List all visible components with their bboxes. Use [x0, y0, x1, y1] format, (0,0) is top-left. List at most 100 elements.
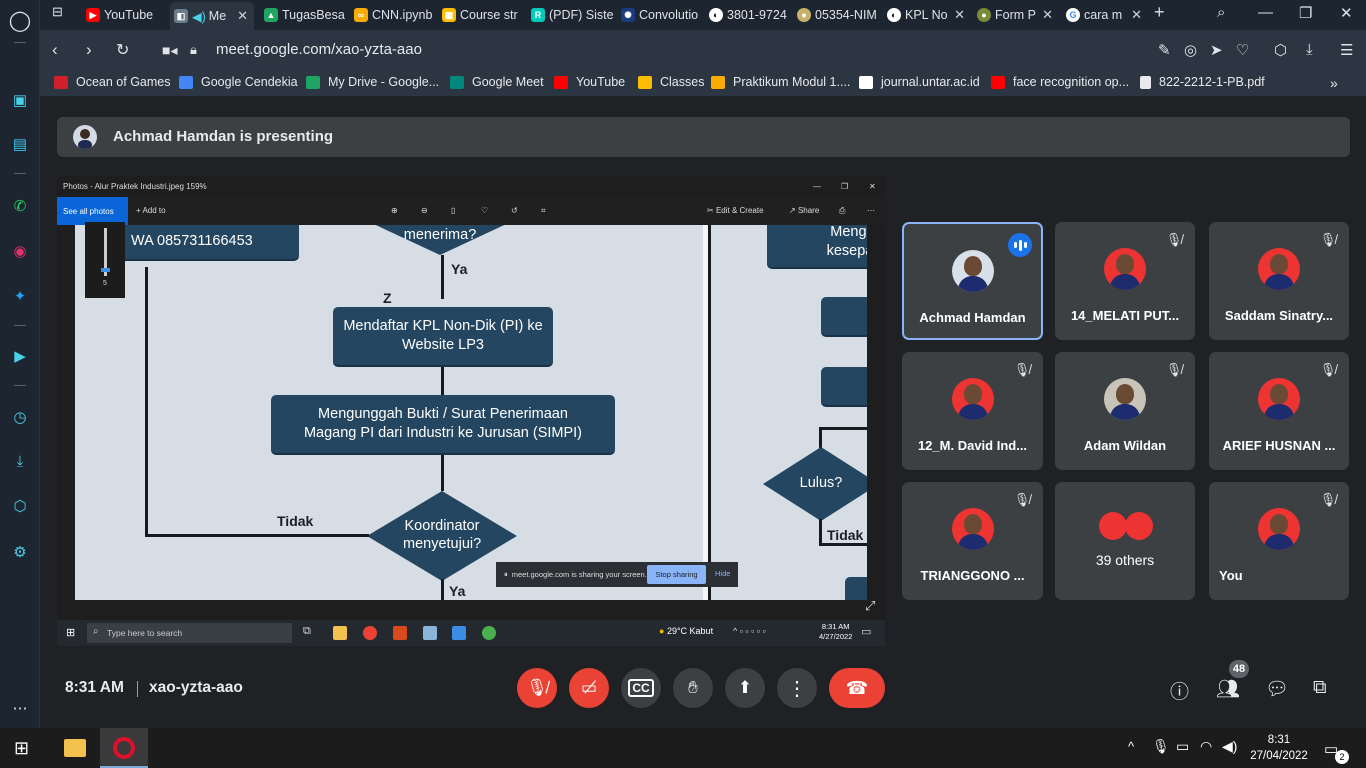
tab[interactable]: ▲ TugasBesa — [260, 3, 348, 27]
bookmark[interactable]: Google Cendekia — [179, 75, 298, 89]
share-label: Share — [797, 206, 820, 215]
bookmark-label: YouTube — [576, 75, 626, 89]
site-icon: ✺ — [621, 8, 635, 22]
tab[interactable]: ✺ Convolutio — [617, 3, 705, 27]
more-options-button[interactable]: ⋮ — [777, 668, 817, 708]
shared-screen: Photos - Alur Praktek Industri.jpeg 159%… — [57, 176, 885, 646]
chat-icon[interactable]: 💬︎ — [1265, 677, 1289, 701]
forward-icon[interactable]: › — [86, 40, 92, 60]
search-icon[interactable]: ⌕ — [1217, 4, 1225, 21]
camera-toggle-button[interactable]: ▭̸ — [569, 668, 609, 708]
flow-line — [819, 427, 867, 430]
close-icon[interactable]: ✕ — [1131, 7, 1142, 23]
taskbar-opera-button[interactable] — [100, 728, 148, 768]
opera-icon — [113, 737, 135, 759]
heart-icon[interactable]: ♡ — [1236, 41, 1249, 59]
tab-menu-icon[interactable]: ⊟ — [52, 4, 63, 20]
search-icon: ⌕ — [93, 626, 99, 637]
participant-tile[interactable]: 🎙︎̸ TRIANGGONO ... — [902, 482, 1043, 600]
flowchart-text: Mengl kesepa — [826, 225, 867, 259]
windows-start-icon[interactable]: ⊞ — [14, 738, 29, 759]
instagram-icon[interactable]: ◉ — [8, 239, 32, 263]
participant-tile[interactable]: 🎙︎̸ 12_M. David Ind... — [902, 352, 1043, 470]
bookmark[interactable]: Ocean of Games — [54, 75, 171, 89]
bookmark[interactable]: Google Meet — [450, 75, 544, 89]
bookmark[interactable]: Praktikum Modul 1.... — [711, 75, 850, 89]
tab[interactable]: ● 05354-NIM — [793, 3, 881, 27]
edit-icon[interactable]: ✎ — [1158, 41, 1171, 59]
participant-name: Achmad Hamdan — [919, 310, 1026, 325]
tab-active[interactable]: ◧ ◀) Me ✕ — [170, 2, 254, 30]
close-icon[interactable]: ✕ — [237, 8, 248, 24]
back-icon[interactable]: ‹ — [52, 40, 58, 60]
bookmark-label: face recognition op... — [1013, 75, 1130, 89]
notification-icon: ▭ — [861, 626, 872, 638]
download-icon[interactable]: ⤓ — [1306, 41, 1313, 58]
present-button[interactable]: ⬆ — [725, 668, 765, 708]
bookmark[interactable]: Classes — [638, 75, 704, 89]
more-bookmarks-icon[interactable]: » — [1330, 75, 1338, 91]
participant-tile[interactable]: 🎙︎̸ Adam Wildan — [1055, 352, 1195, 470]
cube-icon[interactable]: ⬡ — [1274, 41, 1287, 59]
whatsapp-icon[interactable]: ✆ — [8, 194, 32, 218]
minimize-icon[interactable]: — — [1258, 4, 1273, 21]
tab[interactable]: ◐ 3801-9724 — [705, 3, 793, 27]
self-tile[interactable]: 🎙︎̸ You — [1209, 482, 1349, 600]
tab[interactable]: ◐ KPL No ✕ — [883, 3, 971, 27]
mic-toggle-button[interactable]: 🎙︎̸ — [517, 668, 557, 708]
activities-icon[interactable]: ⧉ — [1313, 677, 1327, 699]
volume-icon[interactable]: ◀) — [1222, 738, 1237, 755]
close-icon[interactable]: ✕ — [954, 7, 965, 23]
twitch-icon[interactable]: ▤ — [8, 132, 32, 156]
camera-icon[interactable]: ■◂ — [162, 42, 177, 59]
participant-tile[interactable]: 🎙︎̸ Saddam Sinatry... — [1209, 222, 1349, 340]
others-tile[interactable]: 39 others — [1055, 482, 1195, 600]
bookmark[interactable]: journal.untar.ac.id — [859, 75, 980, 89]
history-icon[interactable]: ◷ — [8, 405, 32, 429]
bookmark[interactable]: My Drive - Google... — [306, 75, 439, 89]
tab[interactable]: R (PDF) Siste — [527, 3, 615, 27]
bookmark[interactable]: face recognition op... — [991, 75, 1129, 89]
tab[interactable]: ▶ YouTube — [82, 3, 168, 27]
bookmark[interactable]: 822-2212-1-PB.pdf — [1140, 75, 1265, 89]
settings-gear-icon[interactable]: ⚙ — [8, 540, 32, 564]
file-explorer-icon[interactable] — [64, 739, 86, 757]
task-view-icon: ⧉ — [303, 625, 311, 637]
bookmark[interactable]: YouTube — [554, 75, 625, 89]
new-tab-plus-icon[interactable]: + — [1154, 2, 1165, 23]
reload-icon[interactable]: ↻ — [116, 40, 129, 60]
opera-logo-icon[interactable]: ◯ — [8, 8, 32, 32]
close-window-icon[interactable]: ✕ — [1340, 4, 1353, 22]
tab[interactable]: ∞ CNN.ipynb — [350, 3, 436, 27]
workspaces-icon[interactable]: ▣ — [8, 88, 32, 112]
url-field[interactable]: meet.google.com/xao-yzta-aao — [216, 41, 422, 58]
player-icon[interactable]: ▶ — [8, 344, 32, 368]
tab[interactable]: Gcara m ✕ — [1062, 3, 1148, 27]
restore-icon[interactable]: ❐ — [1299, 4, 1312, 22]
tab[interactable]: ▦ Course str — [438, 3, 526, 27]
close-icon[interactable]: ✕ — [1042, 7, 1053, 23]
tab[interactable]: ● Form P ✕ — [973, 3, 1059, 27]
send-icon[interactable]: ➤ — [1210, 41, 1223, 59]
opera-sidebar: ◯ ▣ ▤ ✆ ◉ ✦ ▶ ◷ ⤓ ⬡ ⚙ ⋯ — [0, 0, 40, 728]
leave-call-button[interactable]: ☎ — [829, 668, 885, 708]
meeting-details-icon[interactable]: ⓘ — [1170, 677, 1189, 704]
participant-tile[interactable]: 🎙︎̸ ARIEF HUSNAN ... — [1209, 352, 1349, 470]
tray-chevron-icon[interactable]: ^ — [1128, 739, 1134, 754]
captions-button[interactable]: CC — [621, 668, 661, 708]
easy-setup-icon[interactable]: ☰ — [1340, 41, 1353, 59]
system-clock[interactable]: 8:31 27/04/2022 — [1246, 732, 1312, 764]
twitter-icon[interactable]: ✦ — [8, 284, 32, 308]
audio-playing-icon[interactable]: ◀) — [192, 9, 206, 24]
snapshot-icon[interactable]: ◎ — [1184, 41, 1197, 59]
participant-tile[interactable]: 🎙︎̸ 14_MELATI PUT... — [1055, 222, 1195, 340]
extensions-cube-icon[interactable]: ⬡ — [8, 494, 32, 518]
people-icon[interactable]: 👥︎ — [1216, 677, 1240, 701]
wifi-icon[interactable]: ◠ — [1200, 738, 1212, 755]
participant-tile[interactable]: Achmad Hamdan — [902, 222, 1043, 340]
raise-hand-button[interactable]: ✋︎ — [673, 668, 713, 708]
downloads-icon[interactable]: ⤓ — [8, 449, 32, 473]
battery-icon[interactable]: ▭ — [1176, 738, 1189, 755]
more-dots-icon[interactable]: ⋯ — [8, 696, 32, 720]
mic-icon[interactable]: 🎙︎ — [1152, 738, 1170, 755]
